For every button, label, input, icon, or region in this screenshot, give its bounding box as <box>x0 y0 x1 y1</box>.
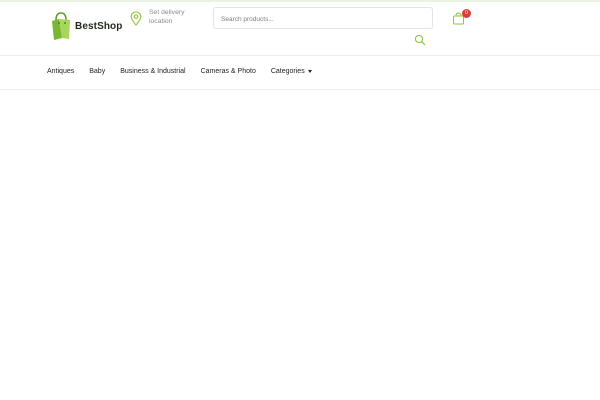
nav-item-label: Baby <box>89 68 106 75</box>
category-nav: Antiques Baby Business & Industrial Came… <box>0 56 600 89</box>
search-box <box>213 7 433 30</box>
location-pin-icon <box>130 8 142 31</box>
main-content-area <box>0 90 600 400</box>
site-logo[interactable]: BestShop <box>50 11 122 41</box>
search-icon[interactable] <box>414 33 426 46</box>
nav-item-antiques[interactable]: Antiques <box>47 68 74 75</box>
nav-item-categories-dropdown[interactable]: Categories <box>271 68 312 75</box>
shopping-bag-logo-icon <box>52 12 70 40</box>
delivery-line-2: location <box>149 18 173 25</box>
nav-item-business-industrial[interactable]: Business & Industrial <box>120 68 185 75</box>
logo-text: BestShop <box>75 20 123 32</box>
nav-item-label: Cameras & Photo <box>200 68 256 75</box>
site-header: BestShop Set delivery location 0 <box>0 2 600 55</box>
caret-down-icon <box>307 70 312 73</box>
cart-button[interactable]: 0 <box>451 9 473 27</box>
delivery-text: Set delivery location <box>149 8 193 26</box>
nav-item-label: Antiques <box>47 68 75 75</box>
set-delivery-location[interactable]: Set delivery location <box>130 8 193 31</box>
nav-item-cameras-photo[interactable]: Cameras & Photo <box>201 68 256 75</box>
delivery-line-1: Set delivery <box>149 9 185 16</box>
cart-count-badge: 0 <box>462 9 471 18</box>
nav-item-label: Business & Industrial <box>120 68 186 75</box>
category-nav-list: Antiques Baby Business & Industrial Came… <box>47 68 327 75</box>
search-input[interactable] <box>214 9 432 30</box>
nav-item-baby[interactable]: Baby <box>89 68 105 75</box>
nav-item-label: Categories <box>270 68 305 75</box>
